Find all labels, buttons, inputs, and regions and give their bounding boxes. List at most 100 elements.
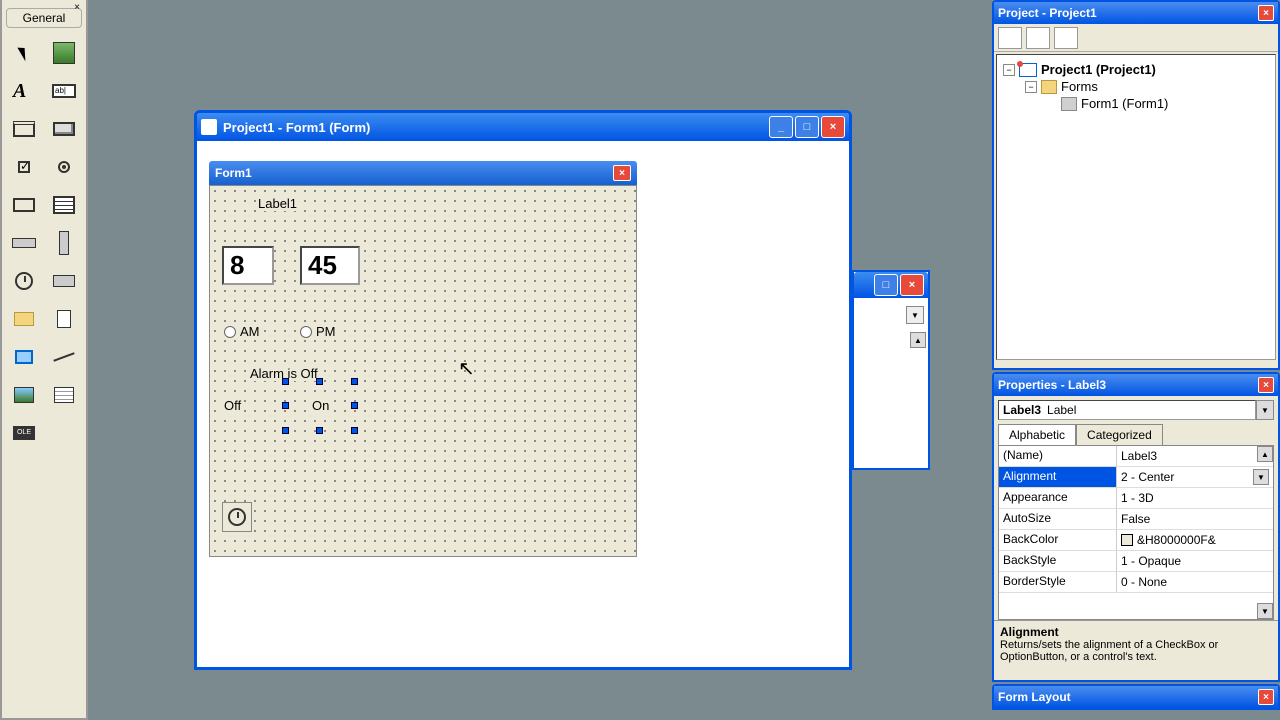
minimize-button[interactable]: _ <box>769 116 793 138</box>
resize-handle-e[interactable] <box>351 402 358 409</box>
selected-control-wrapper[interactable]: On <box>286 382 354 430</box>
resize-handle-n[interactable] <box>316 378 323 385</box>
timer-control[interactable] <box>222 502 252 532</box>
scroll-up-icon[interactable]: ▲ <box>1257 446 1273 462</box>
scroll-down-icon[interactable]: ▼ <box>1257 603 1273 619</box>
designer-titlebar[interactable]: Project1 - Form1 (Form) _ □ × <box>197 113 849 141</box>
resize-handle-ne[interactable] <box>351 378 358 385</box>
vscrollbar-tool[interactable] <box>45 225 83 261</box>
am-radio[interactable]: AM <box>224 324 260 339</box>
label-tool[interactable]: A <box>5 73 43 109</box>
line-tool[interactable] <box>45 339 83 375</box>
color-swatch-icon <box>1121 534 1133 546</box>
maximize-button[interactable]: □ <box>795 116 819 138</box>
shape-tool[interactable] <box>5 339 43 375</box>
drivelistbox-tool[interactable] <box>45 263 83 299</box>
toggle-folders-button[interactable] <box>1054 27 1078 49</box>
filelistbox-tool[interactable] <box>45 301 83 337</box>
properties-object-selector[interactable]: Label3 Label ▼ <box>998 400 1274 420</box>
object-type: Label <box>1047 403 1076 417</box>
property-row[interactable]: (Name)Label3 <box>999 446 1273 467</box>
object-dropdown-icon[interactable]: ▼ <box>1256 400 1274 420</box>
property-row[interactable]: Alignment2 - Center▼ <box>999 467 1273 488</box>
tree-collapse-icon[interactable]: − <box>1025 81 1037 93</box>
properties-grid[interactable]: ▲ ▼ (Name)Label3Alignment2 - Center▼Appe… <box>998 445 1274 620</box>
commandbutton-tool[interactable] <box>45 111 83 147</box>
picturebox-tool[interactable] <box>45 35 83 71</box>
properties-close[interactable]: × <box>1258 377 1274 393</box>
scroll-up-icon[interactable]: ▲ <box>910 332 926 348</box>
properties-titlebar[interactable]: Properties - Label3 × <box>994 374 1278 396</box>
listbox-tool[interactable] <box>45 187 83 223</box>
property-dropdown-icon[interactable]: ▼ <box>1253 469 1269 485</box>
property-row[interactable]: BorderStyle0 - None <box>999 572 1273 593</box>
property-value[interactable]: &H8000000F& <box>1117 530 1273 550</box>
bg-titlebar[interactable]: □ × <box>854 272 928 298</box>
close-button[interactable]: × <box>821 116 845 138</box>
property-value[interactable]: 0 - None <box>1117 572 1273 592</box>
commandbutton-icon <box>53 122 75 136</box>
dirlistbox-tool[interactable] <box>5 301 43 337</box>
resize-handle-s[interactable] <box>316 427 323 434</box>
label1-control[interactable]: Label1 <box>258 196 297 211</box>
form-titlebar[interactable]: Form1 × <box>209 161 637 185</box>
resize-handle-se[interactable] <box>351 427 358 434</box>
tree-forms-folder[interactable]: − Forms <box>1003 78 1269 95</box>
tree-project-root[interactable]: − Project1 (Project1) <box>1003 61 1269 78</box>
data-tool[interactable] <box>45 377 83 413</box>
minutes-textbox[interactable]: 45 <box>300 246 360 285</box>
resize-handle-sw[interactable] <box>282 427 289 434</box>
form-canvas[interactable]: Form1 × Label1 8 45 AM PM Alarm is Off O… <box>209 161 637 559</box>
vscrollbar-icon <box>59 231 69 255</box>
tree-root-label: Project1 (Project1) <box>1041 62 1156 77</box>
property-value[interactable]: 1 - Opaque <box>1117 551 1273 571</box>
resize-handle-w[interactable] <box>282 402 289 409</box>
form-file-icon <box>1061 97 1077 111</box>
bg-close-button[interactable]: × <box>900 274 924 296</box>
image-icon <box>14 387 34 403</box>
dropdown-arrow-icon[interactable]: ▼ <box>906 306 924 324</box>
tab-alphabetic[interactable]: Alphabetic <box>998 424 1076 445</box>
frame-tool[interactable] <box>5 111 43 147</box>
project-tree[interactable]: − Project1 (Project1) − Forms Form1 (For… <box>996 54 1276 360</box>
tree-item-label: Form1 (Form1) <box>1081 96 1168 111</box>
property-value[interactable]: False <box>1117 509 1273 529</box>
resize-handle-nw[interactable] <box>282 378 289 385</box>
property-row[interactable]: Appearance1 - 3D <box>999 488 1273 509</box>
project-panel-close[interactable]: × <box>1258 5 1274 21</box>
combobox-tool[interactable] <box>5 187 43 223</box>
form-body[interactable]: Label1 8 45 AM PM Alarm is Off Off <box>209 185 637 557</box>
property-value[interactable]: Label3 <box>1117 446 1273 466</box>
form-layout-close[interactable]: × <box>1258 689 1274 705</box>
property-value[interactable]: 2 - Center▼ <box>1117 467 1273 487</box>
toolbox-close-icon[interactable]: × <box>70 2 84 16</box>
optionbutton-icon <box>58 161 70 173</box>
timer-tool[interactable] <box>5 263 43 299</box>
ole-tool[interactable]: OLE <box>5 415 43 451</box>
property-value[interactable]: 1 - 3D <box>1117 488 1273 508</box>
tab-categorized[interactable]: Categorized <box>1076 424 1163 445</box>
checkbox-tool[interactable] <box>5 149 43 185</box>
project-panel-toolbar <box>994 24 1278 52</box>
form-close-button[interactable]: × <box>613 165 631 181</box>
on-label[interactable]: On <box>312 398 329 413</box>
textbox-tool[interactable]: ab| <box>45 73 83 109</box>
image-tool[interactable] <box>5 377 43 413</box>
view-code-button[interactable] <box>998 27 1022 49</box>
hscrollbar-tool[interactable] <box>5 225 43 261</box>
off-label[interactable]: Off <box>224 398 241 413</box>
view-object-button[interactable] <box>1026 27 1050 49</box>
timer-icon <box>228 508 246 526</box>
optionbutton-tool[interactable] <box>45 149 83 185</box>
property-row[interactable]: AutoSizeFalse <box>999 509 1273 530</box>
tree-collapse-icon[interactable]: − <box>1003 64 1015 76</box>
property-row[interactable]: BackColor&H8000000F& <box>999 530 1273 551</box>
bg-maximize-button[interactable]: □ <box>874 274 898 296</box>
property-row[interactable]: BackStyle1 - Opaque <box>999 551 1273 572</box>
pm-radio[interactable]: PM <box>300 324 336 339</box>
form-layout-titlebar[interactable]: Form Layout × <box>994 686 1278 708</box>
tree-form-item[interactable]: Form1 (Form1) <box>1003 95 1269 112</box>
hours-textbox[interactable]: 8 <box>222 246 274 285</box>
pointer-tool[interactable] <box>5 35 43 71</box>
project-panel-titlebar[interactable]: Project - Project1 × <box>994 2 1278 24</box>
